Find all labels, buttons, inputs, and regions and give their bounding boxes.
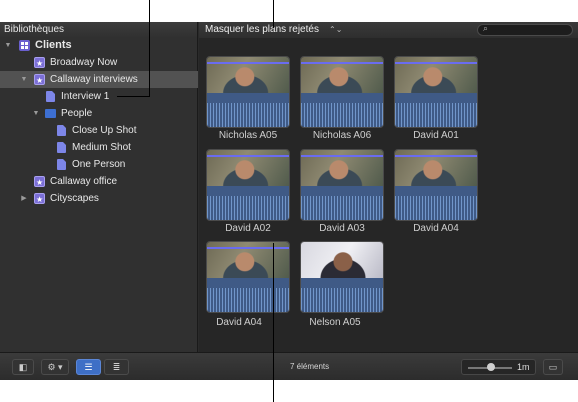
- clip-name: David A03: [319, 223, 365, 234]
- keyword-icon: [57, 125, 66, 136]
- analysis-bar: [395, 62, 477, 64]
- clip-appearance-button[interactable]: ▭: [543, 359, 563, 375]
- item-count: 7 éléments: [290, 362, 330, 371]
- filmstrip-view-button[interactable]: ☰: [76, 359, 101, 375]
- audio-waveform: [207, 278, 289, 312]
- filmstrip-appearance-icon: ▭: [548, 362, 558, 372]
- audio-waveform: [207, 186, 289, 220]
- clip-name: Nicholas A05: [218, 130, 278, 141]
- bottom-toolbar: ◧ ⚙ ▾ ☰ ≣ 7 éléments 1m ▭: [0, 352, 578, 380]
- clip-name: David A01: [413, 130, 459, 141]
- sidebar-item-label: Callaway interviews: [50, 74, 138, 85]
- sidebar-header: Bibliothèques: [0, 22, 197, 38]
- clip-thumbnail[interactable]: [394, 149, 478, 221]
- sidebar-item-label: One Person: [72, 159, 126, 170]
- analysis-bar: [301, 62, 383, 64]
- callout-line-browser: [273, 243, 274, 402]
- analysis-bar: [207, 247, 289, 249]
- analysis-bar: [207, 155, 289, 157]
- sidebar-item-callaway-interviews[interactable]: ▼ Callaway interviews: [0, 71, 198, 89]
- sidebar-item-label: Close Up Shot: [72, 125, 137, 136]
- clip-thumbnail[interactable]: [206, 149, 290, 221]
- clip-name: David A02: [225, 223, 271, 234]
- audio-waveform: [301, 186, 383, 220]
- sidebar-item-label: Medium Shot: [72, 142, 131, 153]
- disclosure-triangle-expanded-icon[interactable]: ▼: [20, 71, 28, 88]
- sidebar-item-label: Clients: [35, 39, 72, 51]
- clip-icon: [46, 91, 55, 102]
- library-grid-icon: [19, 40, 30, 51]
- sidebar-item-label: Broadway Now: [50, 57, 118, 68]
- list-view-icon: ≣: [112, 362, 121, 372]
- clip-name: David A04: [413, 223, 459, 234]
- sidebar-toggle-icon: ◧: [18, 362, 28, 372]
- folder-icon: [45, 109, 56, 118]
- sidebar-item-medium-shot[interactable]: Medium Shot: [0, 139, 198, 156]
- sidebar-item-label: People: [61, 108, 93, 119]
- search-icon: ⌕: [483, 23, 489, 33]
- event-star-icon: [34, 55, 45, 72]
- callout-line-browser: [273, 0, 274, 28]
- search-field[interactable]: ⌕: [477, 23, 573, 36]
- clip-name: Nelson A05: [309, 317, 361, 328]
- clip-thumbnail[interactable]: [300, 149, 384, 221]
- disclosure-triangle-expanded-icon[interactable]: ▼: [32, 105, 40, 122]
- sidebar-item-callaway-office[interactable]: Callaway office: [0, 173, 198, 191]
- clip-zoom-control[interactable]: 1m: [461, 359, 536, 375]
- zoom-slider-knob[interactable]: [487, 363, 495, 371]
- sidebar-item-interview-1[interactable]: Interview 1: [0, 88, 198, 105]
- audio-waveform: [395, 93, 477, 127]
- sidebar-item-clients[interactable]: ▼ Clients: [0, 37, 198, 54]
- audio-waveform: [395, 186, 477, 220]
- sidebar-item-label: Callaway office: [50, 176, 118, 187]
- clip-thumbnail[interactable]: [300, 56, 384, 128]
- filmstrip-view-icon: ☰: [84, 362, 93, 372]
- clip-name: David A04: [216, 317, 262, 328]
- clip-name: Nicholas A06: [312, 130, 372, 141]
- clip-thumbnail[interactable]: [394, 56, 478, 128]
- sidebar-item-people[interactable]: ▼ People: [0, 105, 198, 122]
- audio-waveform: [207, 93, 289, 127]
- callout-line-sidebar: [149, 0, 150, 97]
- browser-header: Masquer les plans rejetés ⌃⌄ ⌕: [199, 22, 578, 38]
- disclosure-triangle-expanded-icon[interactable]: ▼: [4, 37, 12, 54]
- analysis-bar: [207, 62, 289, 64]
- analysis-bar: [301, 155, 383, 157]
- event-star-icon: [34, 72, 45, 89]
- app-window: Bibliothèques ▼ Clients Broadway Now ▼ C…: [0, 22, 578, 380]
- clip-thumbnail[interactable]: [300, 241, 384, 313]
- sidebar-item-close-up-shot[interactable]: Close Up Shot: [0, 122, 198, 139]
- action-menu-button[interactable]: ⚙ ▾: [41, 359, 69, 375]
- list-view-button[interactable]: ≣: [104, 359, 129, 375]
- clip-thumbnail[interactable]: [206, 56, 290, 128]
- show-sidebar-button[interactable]: ◧: [12, 359, 34, 375]
- disclosure-triangle-collapsed-icon[interactable]: ▶: [20, 190, 28, 207]
- popup-arrows-icon[interactable]: ⌃⌄: [329, 22, 342, 38]
- sidebar-item-one-person[interactable]: One Person: [0, 156, 198, 173]
- sidebar-item-broadway-now[interactable]: Broadway Now: [0, 54, 198, 72]
- keyword-icon: [57, 142, 66, 153]
- clip-browser: Masquer les plans rejetés ⌃⌄ ⌕ Nicholas …: [199, 22, 578, 352]
- sidebar-item-label: Interview 1: [61, 91, 110, 102]
- video-frame: [301, 242, 383, 278]
- callout-line-sidebar: [117, 96, 150, 97]
- zoom-duration: 1m: [517, 362, 530, 372]
- sidebar-item-cityscapes[interactable]: ▶ Cityscapes: [0, 190, 198, 208]
- keyword-icon: [57, 159, 66, 170]
- clip-thumbnail[interactable]: [206, 241, 290, 313]
- sidebar-item-label: Cityscapes: [50, 193, 99, 204]
- audio-waveform: [301, 93, 383, 127]
- audio-waveform: [301, 278, 383, 312]
- clip-filter-popup[interactable]: Masquer les plans rejetés: [205, 22, 319, 38]
- event-star-icon: [34, 191, 45, 208]
- analysis-bar: [395, 155, 477, 157]
- event-star-icon: [34, 174, 45, 191]
- libraries-sidebar: Bibliothèques ▼ Clients Broadway Now ▼ C…: [0, 22, 198, 352]
